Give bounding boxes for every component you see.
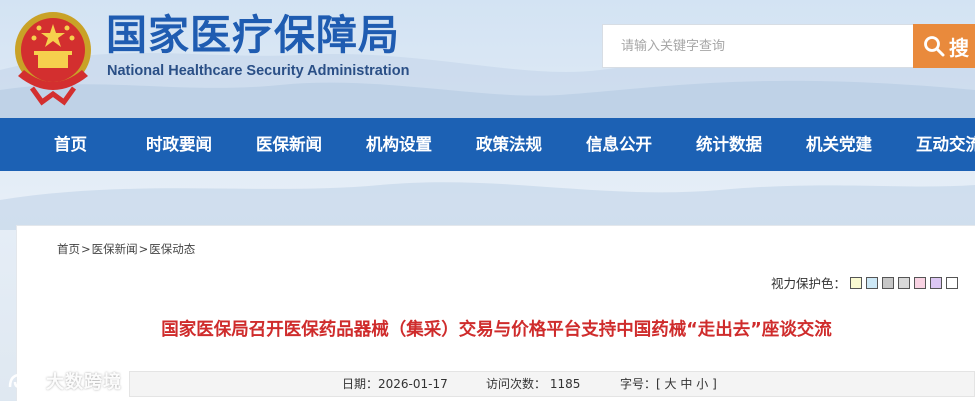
article-panel: 首页>医保新闻>医保动态 视力保护色： 国家医保局召开医保药品器械（集采）交易与… xyxy=(16,225,975,401)
color-swatch-white[interactable] xyxy=(946,276,959,289)
nav-item-news[interactable]: 医保新闻 xyxy=(256,118,322,171)
color-swatch-blue[interactable] xyxy=(866,276,879,289)
vision-protection-colors: 视力保护色： xyxy=(771,273,959,292)
nav-item-politics[interactable]: 时政要闻 xyxy=(146,118,212,171)
color-swatch-yellow[interactable] xyxy=(850,276,863,289)
article-meta-bar: 日期：2026-01-17 访问次数： 1185 字号：[ 大 中 小 ] xyxy=(129,371,975,397)
watermark-logo-icon xyxy=(8,373,45,389)
breadcrumb-separator: > xyxy=(81,242,91,256)
breadcrumb-separator: > xyxy=(138,242,149,256)
national-emblem-logo[interactable] xyxy=(12,6,94,106)
color-swatch-lightgray[interactable] xyxy=(898,276,911,289)
site-header: 国家医疗保障局 National Healthcare Security Adm… xyxy=(0,0,975,118)
color-swatch-pink[interactable] xyxy=(914,276,927,289)
article-date: 日期：2026-01-17 xyxy=(342,372,448,396)
main-nav: 首页 时政要闻 医保新闻 机构设置 政策法规 信息公开 统计数据 机关党建 互动… xyxy=(0,118,975,171)
search-icon xyxy=(924,36,945,57)
site-subtitle: National Healthcare Security Administrat… xyxy=(107,63,410,79)
breadcrumb-home[interactable]: 首页 xyxy=(57,242,80,256)
font-size-small[interactable]: 小 xyxy=(696,377,708,391)
color-swatch-gray[interactable] xyxy=(882,276,895,289)
search-button[interactable]: 搜 xyxy=(913,24,975,68)
nav-item-statistics[interactable]: 统计数据 xyxy=(696,118,762,171)
article-views: 访问次数： 1185 xyxy=(486,372,580,396)
article-title: 国家医保局召开医保药品器械（集采）交易与价格平台支持中国药械“走出去”座谈交流 xyxy=(161,320,832,340)
color-swatch-purple[interactable] xyxy=(930,276,943,289)
nav-item-organization[interactable]: 机构设置 xyxy=(366,118,432,171)
breadcrumb-dynamics[interactable]: 医保动态 xyxy=(149,242,195,256)
views-label: 访问次数： xyxy=(486,377,547,391)
views-value: 1185 xyxy=(549,377,581,391)
search-box xyxy=(602,24,914,68)
breadcrumb: 首页>医保新闻>医保动态 xyxy=(57,241,195,257)
font-size-medium[interactable]: 中 xyxy=(680,377,692,391)
font-size-bracket-open: [ xyxy=(656,377,661,391)
breadcrumb-news[interactable]: 医保新闻 xyxy=(92,242,138,256)
date-value: 2026-01-17 xyxy=(378,377,448,391)
font-size-bracket-close: ] xyxy=(712,377,717,391)
nav-item-party[interactable]: 机关党建 xyxy=(806,118,872,171)
vision-label: 视力保护色： xyxy=(771,276,847,291)
site-title[interactable]: 国家医疗保障局 xyxy=(106,10,400,60)
watermark: 大数跨境 xyxy=(6,368,122,394)
date-label: 日期： xyxy=(342,377,379,391)
search-button-label: 搜 xyxy=(949,35,969,60)
watermark-text: 大数跨境 xyxy=(46,372,122,393)
nav-item-policy[interactable]: 政策法规 xyxy=(476,118,542,171)
font-size-label: 字号： xyxy=(620,377,657,391)
nav-item-disclosure[interactable]: 信息公开 xyxy=(586,118,652,171)
nav-item-interaction[interactable]: 互动交流 xyxy=(916,118,975,171)
nav-item-home[interactable]: 首页 xyxy=(54,118,87,171)
font-size-control: 字号：[ 大 中 小 ] xyxy=(620,372,717,396)
font-size-large[interactable]: 大 xyxy=(665,377,677,391)
search-input[interactable] xyxy=(603,25,913,67)
